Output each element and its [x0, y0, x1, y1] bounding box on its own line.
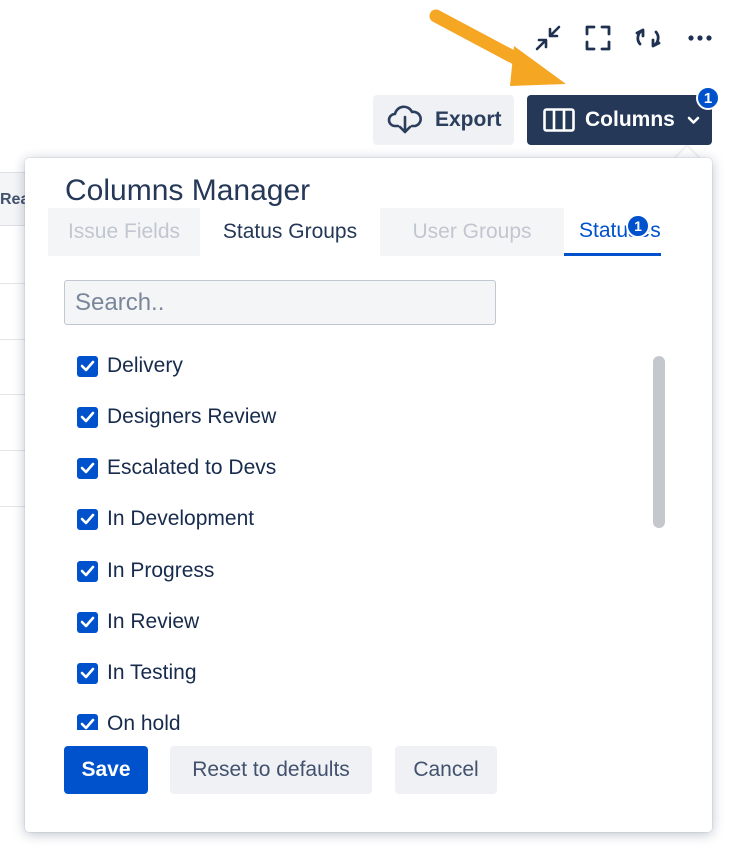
cancel-button[interactable]: Cancel: [395, 746, 497, 794]
chevron-down-icon: [687, 116, 701, 125]
checkbox-checked-icon[interactable]: [77, 611, 98, 633]
table-row-divider: [0, 450, 26, 451]
checkbox-checked-icon[interactable]: [77, 560, 98, 582]
search-input[interactable]: [64, 280, 496, 325]
tab-user-groups[interactable]: User Groups: [380, 208, 564, 256]
status-label: In Review: [107, 610, 200, 633]
checkbox-checked-icon[interactable]: [77, 457, 98, 479]
list-item[interactable]: Delivery: [77, 348, 183, 384]
checkbox-checked-icon[interactable]: [77, 662, 98, 684]
table-row-divider: [0, 394, 26, 395]
export-button[interactable]: Export: [373, 95, 514, 145]
columns-button[interactable]: Columns: [527, 95, 712, 145]
fullscreen-icon[interactable]: [582, 20, 614, 56]
columns-manager-panel: Columns Manager Issue Fields Status Grou…: [25, 158, 712, 832]
checkbox-checked-icon[interactable]: [77, 508, 98, 530]
list-item[interactable]: Escalated to Devs: [77, 450, 276, 486]
status-label: Designers Review: [107, 405, 277, 428]
export-label: Export: [435, 108, 502, 131]
refresh-icon[interactable]: [632, 20, 664, 56]
tab-issue-fields[interactable]: Issue Fields: [48, 208, 200, 256]
more-icon[interactable]: [684, 20, 716, 56]
status-label: In Testing: [107, 661, 197, 684]
list-scrollbar[interactable]: [653, 356, 665, 528]
panel-title: Columns Manager: [65, 174, 311, 207]
save-button[interactable]: Save: [64, 746, 148, 794]
checkbox-checked-icon[interactable]: [77, 713, 98, 730]
reset-to-defaults-button[interactable]: Reset to defaults: [170, 746, 372, 794]
list-item[interactable]: In Review: [77, 604, 199, 640]
table-header-fragment: Rea: [0, 172, 26, 226]
list-item[interactable]: Designers Review: [77, 399, 276, 435]
columns-manager-tabs: Issue Fields Status Groups User Groups S…: [48, 208, 661, 256]
columns-label: Columns: [585, 108, 675, 131]
table-row-divider: [0, 283, 26, 284]
status-label: Delivery: [107, 354, 183, 377]
table-header-label: Rea: [0, 191, 26, 208]
list-item[interactable]: In Progress: [77, 553, 214, 589]
checkbox-checked-icon[interactable]: [77, 355, 98, 377]
columns-icon: [543, 107, 575, 133]
status-label: In Progress: [107, 559, 215, 582]
checkbox-checked-icon[interactable]: [77, 406, 98, 428]
tab-status-groups[interactable]: Status Groups: [200, 208, 380, 256]
status-label: In Development: [107, 507, 255, 530]
list-item[interactable]: In Testing: [77, 655, 197, 691]
cloud-download-icon: [387, 105, 423, 135]
columns-count-badge: 1: [696, 86, 720, 110]
status-list: Delivery Designers Review Escalated to D…: [77, 348, 637, 730]
list-item[interactable]: In Development: [77, 501, 254, 537]
status-label: On hold: [107, 712, 181, 730]
table-row-divider: [0, 506, 26, 507]
table-row-divider: [0, 339, 26, 340]
statuses-tab-badge: 1: [626, 214, 650, 238]
status-label: Escalated to Devs: [107, 456, 277, 479]
annotation-arrow-icon: [429, 9, 566, 86]
list-item[interactable]: On hold: [77, 706, 181, 730]
